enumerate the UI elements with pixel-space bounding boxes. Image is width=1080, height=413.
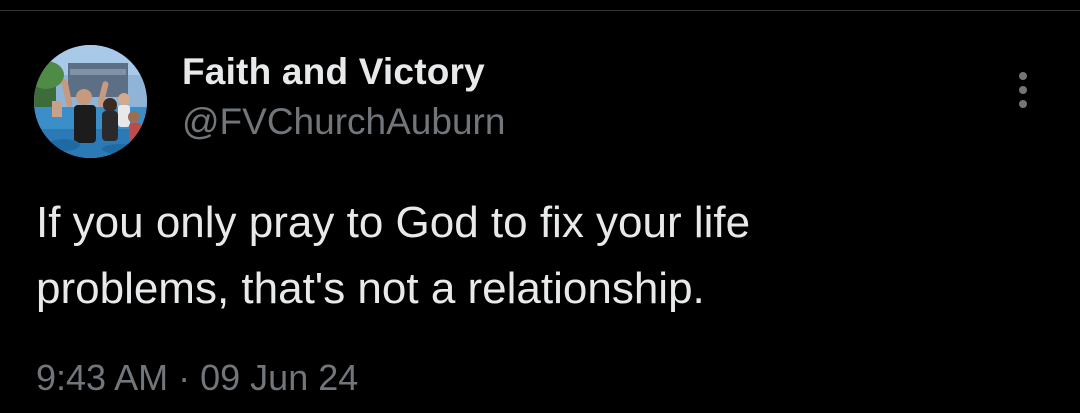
post-text-line: If you only pray to God to fix your life: [36, 198, 751, 247]
post-date[interactable]: 09 Jun 24: [200, 357, 358, 398]
post-text-line: problems, that's not a relationship.: [36, 264, 705, 313]
top-divider: [0, 10, 1080, 11]
post-text: If you only pray to God to fix your life…: [36, 190, 1046, 322]
more-vertical-icon-dot: [1019, 86, 1027, 94]
post-timestamp[interactable]: 9:43 AM · 09 Jun 24: [36, 357, 358, 399]
author-avatar[interactable]: [34, 45, 147, 158]
meta-separator: ·: [178, 357, 191, 398]
more-vertical-icon: [1019, 72, 1027, 80]
more-options-button[interactable]: [1004, 68, 1042, 112]
avatar-photo: [34, 45, 147, 158]
author-handle[interactable]: @FVChurchAuburn: [182, 101, 505, 143]
post-time[interactable]: 9:43 AM: [36, 357, 168, 398]
more-vertical-icon-dot: [1019, 100, 1027, 108]
author-display-name[interactable]: Faith and Victory: [182, 51, 485, 93]
